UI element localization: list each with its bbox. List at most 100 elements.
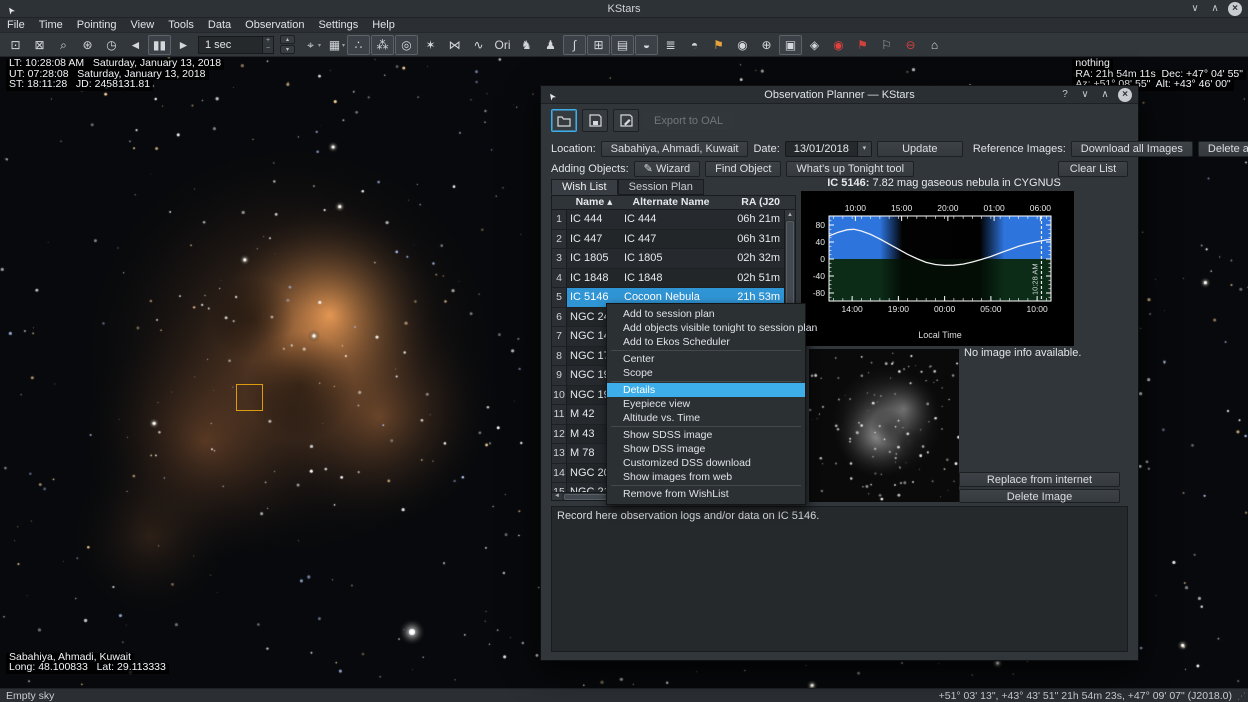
find-object-button[interactable]: Find Object xyxy=(705,161,781,177)
step-down-icon[interactable]: ▾ xyxy=(280,45,295,54)
column-header-RA (J20[interactable]: RA (J20 xyxy=(721,196,795,209)
spin-plus-icon[interactable]: + xyxy=(263,37,273,45)
clear-list-button[interactable]: Clear List xyxy=(1058,161,1128,177)
column-header-num[interactable] xyxy=(552,196,567,209)
opaque-horizon-icon[interactable]: ◒ xyxy=(635,35,658,55)
gray-flag-icon[interactable]: ⚐ xyxy=(875,35,898,55)
table-row[interactable]: 2IC 447IC 44706h 31m xyxy=(552,230,795,250)
constellation-names-icon[interactable]: Ori xyxy=(491,35,514,55)
wizard-button[interactable]: ✎ Wizard xyxy=(634,161,701,177)
lock-coordinates-icon[interactable]: ▣ xyxy=(779,35,802,55)
toggle-deep-sky-icon[interactable]: ⁂ xyxy=(371,35,394,55)
pointing-menu-icon[interactable]: ⌖▾ xyxy=(299,35,322,55)
menu-data[interactable]: Data xyxy=(201,19,238,31)
context-menu-item-add-objects-visible-tonight-to-session-plan[interactable]: Add objects visible tonight to session p… xyxy=(607,321,805,335)
eyepiece-view-icon[interactable]: ◉ xyxy=(731,35,754,55)
delete-image-button[interactable]: Delete Image xyxy=(959,489,1120,503)
context-menu-item-customized-dss-download[interactable]: Customized DSS download xyxy=(607,456,805,470)
context-menu-item-eyepiece-view[interactable]: Eyepiece view xyxy=(607,397,805,411)
column-header-Alternate Name[interactable]: Alternate Name xyxy=(621,196,721,209)
tab-session-plan[interactable]: Session Plan xyxy=(618,179,704,195)
equatorial-grid-icon[interactable]: ⊞ xyxy=(587,35,610,55)
dome-icon[interactable]: ◓ xyxy=(683,35,706,55)
menu-observation[interactable]: Observation xyxy=(238,19,311,31)
record-icon[interactable]: ◉ xyxy=(827,35,850,55)
constellation-art-icon[interactable]: ♞ xyxy=(515,35,538,55)
observing-list-icon[interactable]: ≣ xyxy=(659,35,682,55)
maximize-icon[interactable]: ∧ xyxy=(1208,2,1222,16)
dialog-minimize-icon[interactable]: ∨ xyxy=(1078,88,1092,102)
observatory-icon[interactable]: ⌂ xyxy=(923,35,946,55)
menu-help[interactable]: Help xyxy=(365,19,402,31)
dialog-close-icon[interactable]: × xyxy=(1118,88,1132,102)
spin-minus-icon[interactable]: − xyxy=(263,45,273,53)
context-menu-item-altitude-vs-time[interactable]: Altitude vs. Time xyxy=(607,411,805,425)
step-forward-icon[interactable]: ► xyxy=(172,35,195,55)
context-menu-item-remove-from-wishlist[interactable]: Remove from WishList xyxy=(607,487,805,501)
time-step-spinbox[interactable]: 1 sec+− xyxy=(198,36,274,54)
menu-file[interactable]: File xyxy=(0,19,32,31)
open-list-button[interactable] xyxy=(551,109,577,132)
menu-pointing[interactable]: Pointing xyxy=(70,19,124,31)
menu-tools[interactable]: Tools xyxy=(161,19,201,31)
dialog-titlebar[interactable]: ➤ Observation Planner — KStars ? ∨ ∧ × xyxy=(541,86,1138,104)
export-to-oal-button[interactable]: Export to OAL xyxy=(644,113,733,129)
location-button[interactable]: Sabahiya, Ahmadi, Kuwait xyxy=(601,141,749,157)
context-menu-item-show-images-from-web[interactable]: Show images from web xyxy=(607,470,805,484)
resize-grip[interactable]: ⋰ xyxy=(1237,691,1247,701)
mythic-figures-icon[interactable]: ♟ xyxy=(539,35,562,55)
view-image-icon[interactable]: ▦▾ xyxy=(323,35,346,55)
step-up-icon[interactable]: ▴ xyxy=(280,35,295,44)
find-object-icon[interactable]: ⌕ xyxy=(52,35,75,55)
tab-wish-list[interactable]: Wish List xyxy=(551,179,618,195)
horizontal-grid-icon[interactable]: ▤ xyxy=(611,35,634,55)
context-menu-item-center[interactable]: Center xyxy=(607,352,805,366)
time-step-updown[interactable]: ▴▾ xyxy=(280,35,295,54)
zoom-out-select-icon[interactable]: ⊠ xyxy=(28,35,51,55)
light-pollution-icon[interactable]: ⚑ xyxy=(707,35,730,55)
menu-settings[interactable]: Settings xyxy=(311,19,365,31)
context-menu-item-scope[interactable]: Scope xyxy=(607,366,805,380)
context-menu-item-show-sdss-image[interactable]: Show SDSS image xyxy=(607,428,805,442)
update-button[interactable]: Update xyxy=(877,141,963,157)
date-caret-icon[interactable]: ▾ xyxy=(857,142,871,156)
delete-all-images-button[interactable]: Delete all Images xyxy=(1198,141,1248,157)
scroll-up-icon[interactable]: ▲ xyxy=(785,210,795,220)
disable-tracking-icon[interactable]: ⊖ xyxy=(899,35,922,55)
scroll-left-icon[interactable]: ◄ xyxy=(552,493,562,500)
context-menu-item-add-to-session-plan[interactable]: Add to session plan xyxy=(607,307,805,321)
toggle-satellites-icon[interactable]: ⋈ xyxy=(443,35,466,55)
snap-mode-icon[interactable]: ◈ xyxy=(803,35,826,55)
observation-notes-input[interactable]: Record here observation logs and/or data… xyxy=(551,506,1128,652)
help-icon[interactable]: ? xyxy=(1058,88,1072,102)
geolocation-icon[interactable]: ⊛ xyxy=(76,35,99,55)
set-time-icon[interactable]: ◷ xyxy=(100,35,123,55)
menu-view[interactable]: View xyxy=(124,19,162,31)
crosshair-icon[interactable]: ⊕ xyxy=(755,35,778,55)
pause-icon[interactable]: ▮▮ xyxy=(148,35,171,55)
table-row[interactable]: 3IC 1805IC 180502h 32m xyxy=(552,249,795,269)
constellation-lines-icon[interactable]: ∿ xyxy=(467,35,490,55)
save-list-button[interactable] xyxy=(582,109,608,132)
step-backward-icon[interactable]: ◄ xyxy=(124,35,147,55)
download-all-images-button[interactable]: Download all Images xyxy=(1071,141,1193,157)
context-menu-item-show-dss-image[interactable]: Show DSS image xyxy=(607,442,805,456)
menu-time[interactable]: Time xyxy=(32,19,70,31)
toggle-stars-icon[interactable]: ∴ xyxy=(347,35,370,55)
zoom-in-select-icon[interactable]: ⊡ xyxy=(4,35,27,55)
dialog-maximize-icon[interactable]: ∧ xyxy=(1098,88,1112,102)
context-menu-item-details[interactable]: Details xyxy=(607,383,805,397)
time-step-spin-buttons[interactable]: +− xyxy=(262,37,273,53)
close-icon[interactable]: × xyxy=(1228,2,1242,16)
red-flag-icon[interactable]: ⚑ xyxy=(851,35,874,55)
table-row[interactable]: 1IC 444IC 44406h 21m xyxy=(552,210,795,230)
toggle-supernovae-icon[interactable]: ✶ xyxy=(419,35,442,55)
whats-up-tonight-button[interactable]: What's up Tonight tool xyxy=(786,161,914,177)
column-header-Name[interactable]: Name ▴ xyxy=(567,196,621,209)
minimize-icon[interactable]: ∨ xyxy=(1188,2,1202,16)
replace-from-internet-button[interactable]: Replace from internet xyxy=(959,472,1120,487)
context-menu-item-add-to-ekos-scheduler[interactable]: Add to Ekos Scheduler xyxy=(607,335,805,349)
date-combo[interactable]: 13/01/2018 ▾ xyxy=(785,141,872,157)
toggle-solar-system-icon[interactable]: ◎ xyxy=(395,35,418,55)
table-row[interactable]: 4IC 1848IC 184802h 51m xyxy=(552,269,795,289)
